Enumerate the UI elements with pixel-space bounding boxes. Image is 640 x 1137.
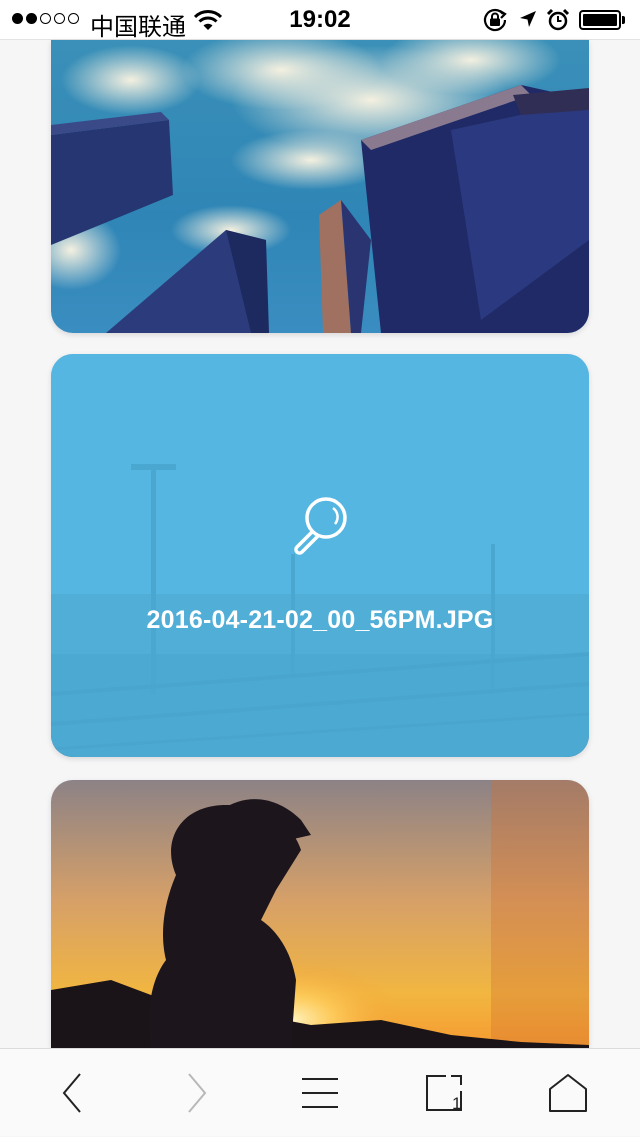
carrier-name: 中国联通	[90, 14, 186, 41]
status-bar: 中国联通 19:02	[0, 0, 640, 41]
tabs-icon: 1	[426, 1075, 462, 1113]
home-button[interactable]	[518, 1049, 618, 1137]
back-button[interactable]	[22, 1049, 122, 1137]
browser-toolbar: 1	[0, 1048, 640, 1136]
forward-button[interactable]	[147, 1049, 247, 1137]
menu-button[interactable]	[270, 1049, 370, 1137]
sunset-silhouette-photo	[51, 780, 589, 1048]
home-icon	[549, 1074, 587, 1112]
battery-icon	[579, 10, 627, 30]
gallery-item-sunset-silhouette[interactable]	[51, 780, 589, 1048]
signal-strength-icon	[12, 13, 79, 24]
hamburger-icon	[302, 1078, 338, 1108]
image-filename: 2016-04-21-02_00_56PM.JPG	[146, 606, 494, 634]
chevron-right-icon	[188, 1073, 207, 1113]
gallery-item-railway[interactable]: 2016-04-21-02_00_56PM.JPG	[51, 354, 589, 757]
rotation-lock-icon	[483, 8, 507, 32]
tabs-button[interactable]: 1	[394, 1049, 494, 1137]
search-icon[interactable]	[289, 494, 351, 556]
alarm-clock-icon	[546, 8, 570, 31]
wifi-icon	[194, 10, 222, 30]
gallery-item-skyscrapers[interactable]	[51, 40, 589, 333]
skyscrapers-photo	[51, 40, 589, 333]
location-arrow-icon	[520, 11, 536, 27]
tabs-count-badge: 1	[452, 1094, 461, 1113]
chevron-left-icon	[62, 1073, 81, 1113]
